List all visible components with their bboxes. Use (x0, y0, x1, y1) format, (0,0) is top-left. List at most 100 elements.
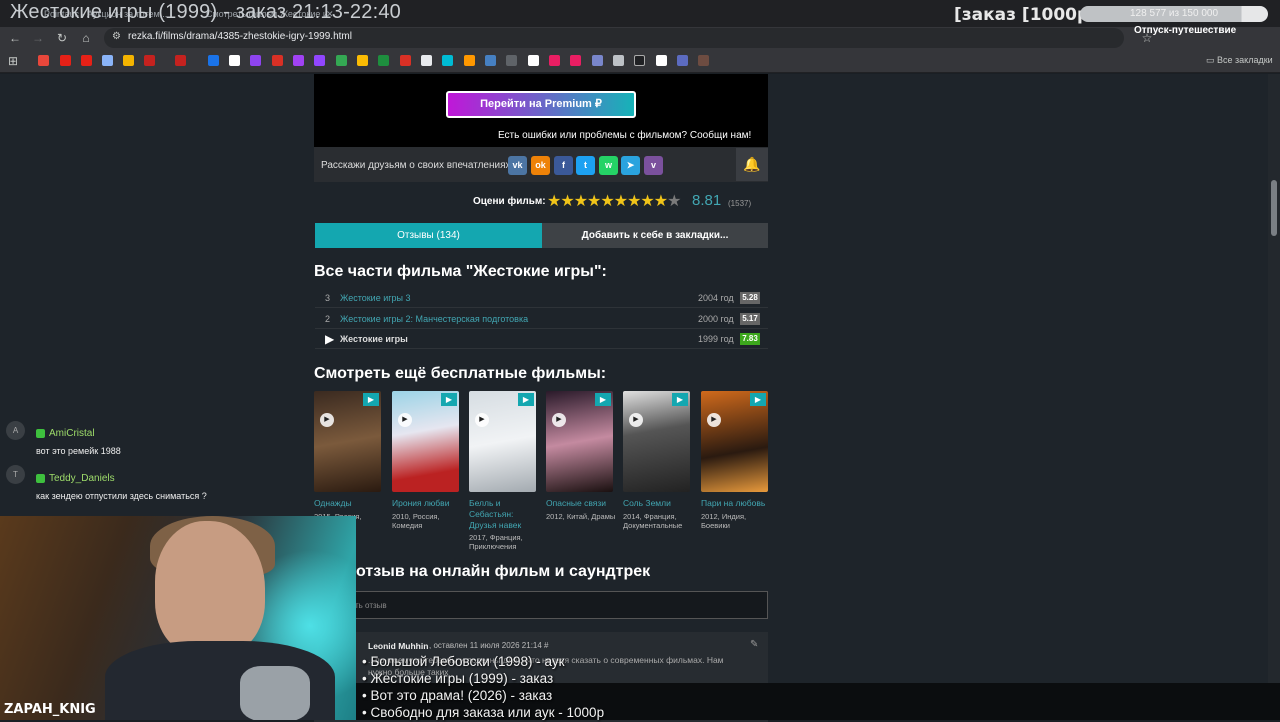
bookmark-icon[interactable] (677, 55, 688, 66)
part-row[interactable]: 3 Жестокие игры 3 2004 год 5.28 (315, 288, 768, 308)
part-row[interactable]: 2 Жестокие игры 2: Манчестерская подготов… (315, 309, 768, 329)
reload-icon[interactable]: ↻ (53, 27, 71, 49)
gmail-bookmark-icon[interactable] (175, 55, 186, 66)
bookmark-icon[interactable] (528, 55, 539, 66)
site-info-icon[interactable]: ⚙ (112, 31, 121, 42)
page-scrollbar[interactable] (1268, 74, 1280, 720)
twitch-bookmark-icon[interactable] (314, 55, 325, 66)
bookmark-icon[interactable] (400, 55, 411, 66)
bookmark-icon[interactable] (38, 55, 49, 66)
bookmark-icon[interactable] (570, 55, 581, 66)
comment-author[interactable]: Leonid Muhhin (368, 641, 428, 651)
bookmark-icon[interactable] (208, 55, 219, 66)
home-icon[interactable]: ⌂ (77, 27, 95, 49)
bookmark-icon[interactable] (656, 55, 667, 66)
stream-title-overlay: Жестокие игры (1999) - заказ 21:13-22:40 (10, 1, 401, 23)
tab-reviews[interactable]: Отзывы (134) (315, 223, 542, 248)
rating-star-icon[interactable]: ★ (614, 193, 628, 210)
reply-icon[interactable]: ✎ (750, 639, 758, 650)
rating-star-icon[interactable]: ★ (667, 193, 681, 210)
bookmark-icon[interactable] (634, 55, 645, 66)
play-icon[interactable]: ▶ (475, 413, 489, 427)
part-title[interactable]: Жестокие игры (340, 329, 408, 349)
bookmark-icon[interactable] (421, 55, 432, 66)
mail-bookmark-icon[interactable] (123, 55, 134, 66)
youtube-bookmark-icon[interactable] (60, 55, 71, 66)
play-icon[interactable]: ▶ (707, 413, 721, 427)
vk-bookmark-icon[interactable] (485, 55, 496, 66)
play-icon[interactable]: ▶ (552, 413, 566, 427)
part-number: 2 (325, 314, 331, 324)
bookmark-icon[interactable] (549, 55, 560, 66)
viber-share-icon[interactable]: v (644, 156, 663, 175)
bookmark-icon[interactable] (293, 55, 304, 66)
chat-avatar: T (6, 465, 25, 484)
free-films-heading: Смотреть ещё бесплатные фильмы: (314, 365, 607, 382)
rating-star-icon[interactable]: ★ (600, 193, 614, 210)
rating-star-icon[interactable]: ★ (627, 193, 641, 210)
youtube-bookmark-icon[interactable] (81, 55, 92, 66)
film-meta: 2014, Франция, Документальные (623, 512, 683, 530)
gmail-bookmark-icon[interactable] (144, 55, 155, 66)
play-icon[interactable]: ▶ (398, 413, 412, 427)
address-field[interactable]: ⚙ rezka.fi/films/drama/4385-zhestokie-ig… (104, 28, 1124, 48)
part-row[interactable]: ▶ Жестокие игры 1999 год 7.83 (315, 329, 768, 349)
bookmark-icon[interactable] (102, 55, 113, 66)
twitter-share-icon[interactable]: t (576, 156, 595, 175)
bookmark-icon[interactable] (336, 55, 347, 66)
cam-person (155, 521, 265, 656)
part-title[interactable]: Жестокие игры 3 (340, 288, 411, 308)
rating-star-icon[interactable]: ★ (560, 193, 574, 210)
film-poster[interactable]: ▶ ▶ (546, 391, 613, 492)
film-poster[interactable]: ▶ ▶ (392, 391, 459, 492)
notification-bell-icon[interactable]: 🔔 (736, 148, 768, 181)
ok-share-icon[interactable]: ok (531, 156, 550, 175)
rating-star-icon[interactable]: ★ (547, 193, 561, 210)
rating-star-icon[interactable]: ★ (587, 193, 601, 210)
film-poster[interactable]: ▶ ▶ (701, 391, 768, 492)
vk-share-icon[interactable]: vk (508, 156, 527, 175)
apps-grid-icon[interactable]: ⊞ (4, 50, 22, 72)
stream-chat: A AmiCristal вот это ремейк 1988 T Teddy… (0, 420, 340, 516)
bookmark-icon[interactable] (592, 55, 603, 66)
bookmark-icon[interactable] (250, 55, 261, 66)
all-bookmarks-folder[interactable]: ▭ Все закладки (1206, 55, 1273, 66)
bookmark-icon[interactable] (229, 55, 240, 66)
bookmark-icon[interactable] (506, 55, 517, 66)
bookmark-icon[interactable] (357, 55, 368, 66)
rating-star-icon[interactable]: ★ (640, 193, 654, 210)
whatsapp-share-icon[interactable]: w (599, 156, 618, 175)
film-title[interactable]: Пари на любовь (701, 498, 771, 509)
bookmark-icon[interactable] (464, 55, 475, 66)
film-title[interactable]: Опасные связи (546, 498, 616, 509)
forward-arrow-icon[interactable]: → (29, 27, 47, 49)
bookmark-icon[interactable] (613, 55, 624, 66)
scrollbar-thumb[interactable] (1271, 180, 1277, 236)
report-problem-link[interactable]: Есть ошибки или проблемы с фильмом? Сооб… (498, 130, 751, 141)
chat-message: вот это ремейк 1988 (36, 446, 121, 456)
part-score: 5.17 (740, 313, 760, 325)
film-poster[interactable]: ▶ ▶ (469, 391, 536, 492)
film-title[interactable]: Ирония любви (392, 498, 462, 509)
tab-add-bookmark[interactable]: Добавить к себе в закладки... (542, 223, 768, 248)
bookmark-icon[interactable] (698, 55, 709, 66)
folder-icon: ▭ (1206, 55, 1218, 65)
film-poster[interactable]: ▶ ▶ (623, 391, 690, 492)
rating-star-icon[interactable]: ★ (654, 193, 668, 210)
bookmark-icon[interactable] (378, 55, 389, 66)
back-arrow-icon[interactable]: ← (6, 27, 24, 49)
review-input[interactable]: ть отзыв (314, 591, 768, 619)
facebook-share-icon[interactable]: f (554, 156, 573, 175)
film-title[interactable]: Соль Земли (623, 498, 693, 509)
bookmark-icon[interactable] (442, 55, 453, 66)
telegram-share-icon[interactable]: ➤ (621, 156, 640, 175)
part-title[interactable]: Жестокие игры 2: Манчестерская подготовк… (340, 309, 528, 329)
premium-button[interactable]: Перейти на Premium ₽ (446, 91, 636, 118)
film-title[interactable]: Белль и Себастьян: Друзья навек (469, 498, 539, 531)
bookmark-icon[interactable] (272, 55, 283, 66)
rating-stars[interactable]: ★★★★★★★★★★ (547, 191, 681, 211)
rating-star-icon[interactable]: ★ (574, 193, 588, 210)
chat-username: Teddy_Daniels (49, 473, 115, 484)
play-icon[interactable]: ▶ (629, 413, 643, 427)
part-year: 2004 год (698, 293, 734, 303)
